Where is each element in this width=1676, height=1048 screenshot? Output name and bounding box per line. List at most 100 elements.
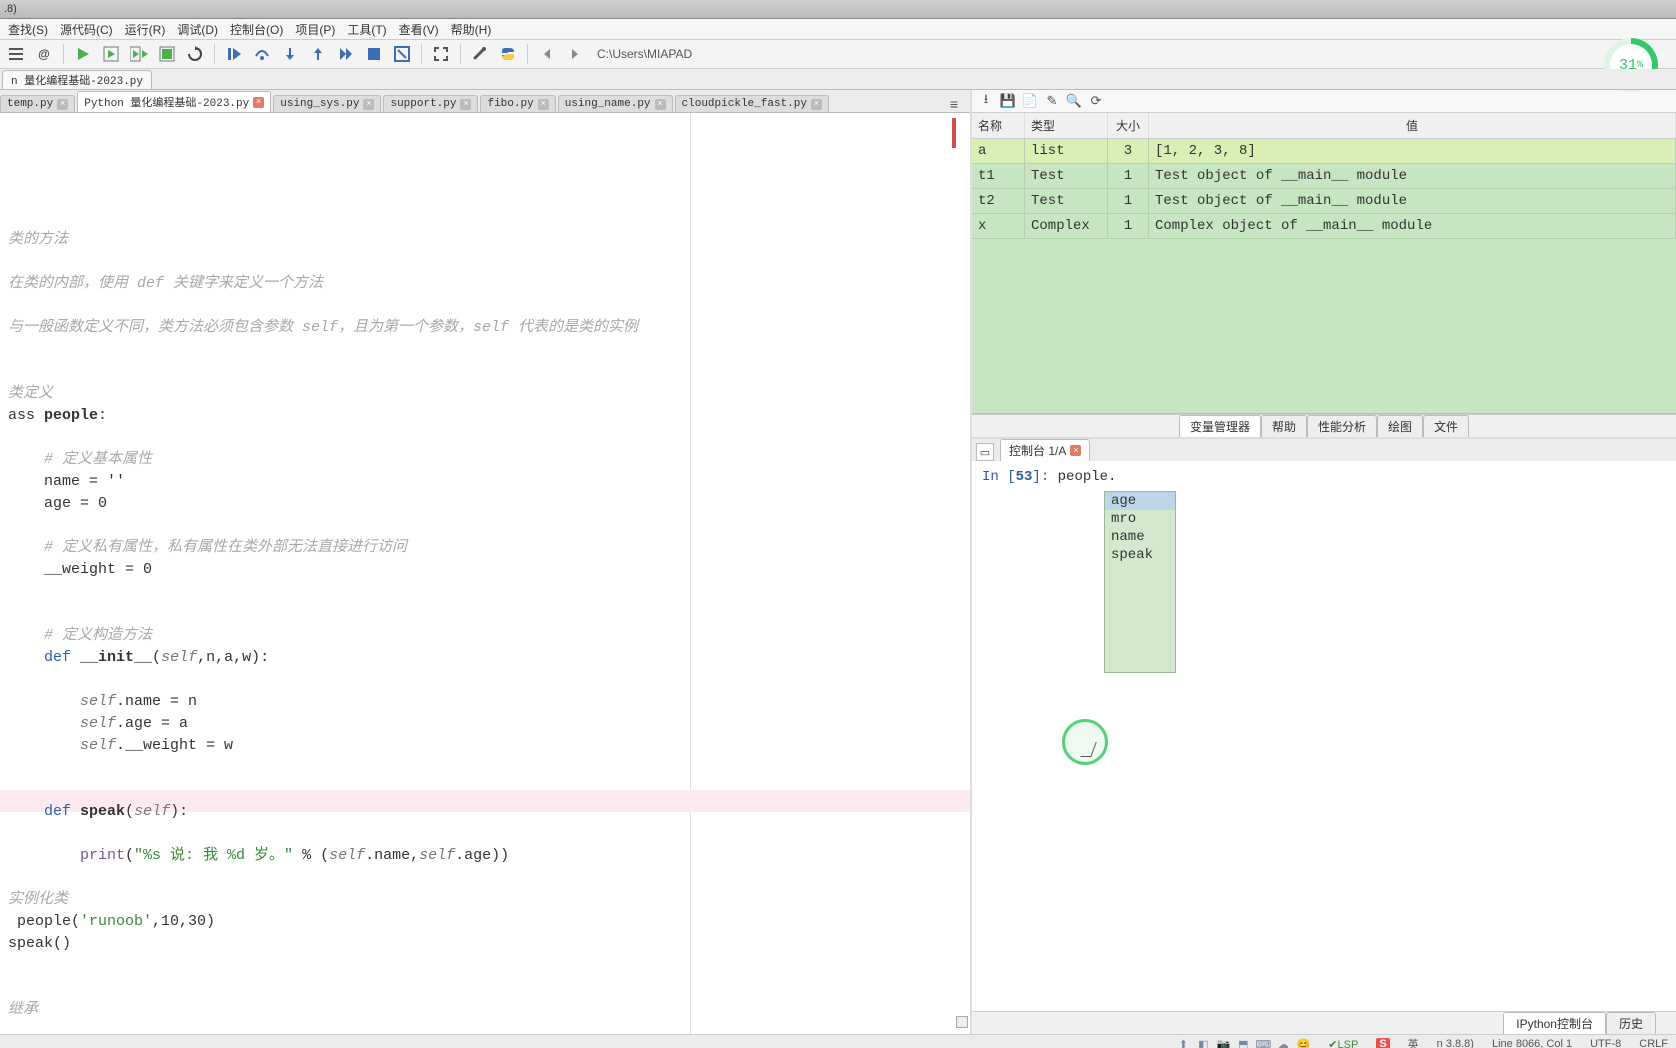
console-input-text: people. xyxy=(1058,469,1117,485)
menu-project[interactable]: 项目(P) xyxy=(289,21,341,38)
col-header-size[interactable]: 大小 xyxy=(1108,113,1149,138)
continue-icon[interactable] xyxy=(334,42,358,66)
tab-overflow-icon[interactable]: ≡ xyxy=(944,96,964,112)
save-icon[interactable]: 💾 xyxy=(1000,93,1016,109)
variable-explorer-toolbar: ⭳ 💾 📄 ✎ 🔍 ⟳ xyxy=(972,90,1676,113)
console-tab[interactable]: 控制台 1/A × xyxy=(1000,439,1090,461)
title-text: .8) xyxy=(4,3,17,15)
tab-cloudpickle[interactable]: cloudpickle_fast.py× xyxy=(675,95,829,112)
run-icon[interactable] xyxy=(71,42,95,66)
step-over-icon[interactable] xyxy=(250,42,274,66)
rerun-icon[interactable] xyxy=(183,42,207,66)
at-icon[interactable]: @ xyxy=(32,42,56,66)
nav-forward-icon[interactable] xyxy=(563,42,587,66)
tab-history[interactable]: 历史 xyxy=(1606,1012,1656,1034)
close-icon[interactable]: × xyxy=(363,99,374,110)
outline-icon[interactable] xyxy=(4,42,28,66)
debug-exit-icon[interactable] xyxy=(390,42,414,66)
save-as-icon[interactable]: 📄 xyxy=(1022,93,1038,109)
code-editor[interactable]: 类的方法 在类的内部，使用 def 关键字来定义一个方法 与一般函数定义不同，类… xyxy=(0,113,970,1034)
tab-files[interactable]: 文件 xyxy=(1423,415,1469,437)
editor-pane: temp.py× Python 量化编程基础-2023.py× using_sy… xyxy=(0,90,972,1034)
tab-ipython-console[interactable]: IPython控制台 xyxy=(1503,1012,1606,1034)
tray-icon[interactable]: ⬆ xyxy=(1176,1037,1190,1048)
close-icon[interactable]: × xyxy=(460,99,471,110)
maximize-icon[interactable] xyxy=(429,42,453,66)
run-cell-advance-icon[interactable] xyxy=(127,42,151,66)
refresh-icon[interactable]: ⟳ xyxy=(1088,93,1104,109)
collapse-marker xyxy=(952,118,956,148)
console-body[interactable]: In [53]: people. age mro name speak xyxy=(972,461,1676,1011)
menu-run[interactable]: 运行(R) xyxy=(119,21,172,38)
run-selection-icon[interactable] xyxy=(155,42,179,66)
menu-source[interactable]: 源代码(C) xyxy=(54,21,119,38)
menu-help[interactable]: 帮助(H) xyxy=(445,21,498,38)
menu-search[interactable]: 查找(S) xyxy=(2,21,54,38)
status-encoding: UTF-8 xyxy=(1590,1038,1621,1048)
tab-using-name[interactable]: using_name.py× xyxy=(558,95,673,112)
tab-plots[interactable]: 绘图 xyxy=(1377,415,1423,437)
tab-variable-explorer[interactable]: 变量管理器 xyxy=(1179,415,1261,437)
working-dir-path: C:\Users\MIAPAD xyxy=(597,47,692,61)
nav-back-icon[interactable] xyxy=(535,42,559,66)
table-row[interactable]: x Complex 1 Complex object of __main__ m… xyxy=(972,214,1676,239)
tab-profiler[interactable]: 性能分析 xyxy=(1307,415,1377,437)
menu-console[interactable]: 控制台(O) xyxy=(224,21,289,38)
tab-fibo[interactable]: fibo.py× xyxy=(480,95,555,112)
import-icon[interactable]: ⭳ xyxy=(978,93,994,109)
tab-support[interactable]: support.py× xyxy=(383,95,478,112)
table-row[interactable]: t2 Test 1 Test object of __main__ module xyxy=(972,189,1676,214)
close-icon[interactable]: × xyxy=(811,99,822,110)
tab-main[interactable]: Python 量化编程基础-2023.py× xyxy=(77,91,271,112)
step-out-icon[interactable] xyxy=(306,42,330,66)
cursor-highlight-icon xyxy=(1062,719,1108,765)
autocomplete-option[interactable]: name xyxy=(1105,528,1175,546)
new-console-icon[interactable]: ▭ xyxy=(976,443,994,461)
debug-step-icon[interactable] xyxy=(222,42,246,66)
python-path-icon[interactable] xyxy=(496,42,520,66)
col-header-value[interactable]: 值 xyxy=(1149,113,1676,138)
close-icon[interactable]: × xyxy=(1070,445,1081,456)
menu-debug[interactable]: 调试(D) xyxy=(171,21,224,38)
close-icon[interactable]: × xyxy=(253,97,264,108)
menu-tools[interactable]: 工具(T) xyxy=(341,21,392,38)
right-pane: ⭳ 💾 📄 ✎ 🔍 ⟳ 名称 类型 大小 值 a list 3 [1, 2, 3… xyxy=(972,90,1676,1034)
stop-icon[interactable] xyxy=(362,42,386,66)
col-header-name[interactable]: 名称 xyxy=(972,113,1025,138)
close-icon[interactable]: × xyxy=(538,99,549,110)
ime-indicator[interactable]: S xyxy=(1376,1038,1389,1048)
search-icon[interactable]: 🔍 xyxy=(1066,93,1082,109)
tray-icon[interactable]: ⬒ xyxy=(1236,1037,1250,1048)
window-title: .8) xyxy=(0,0,1676,19)
table-row[interactable]: t1 Test 1 Test object of __main__ module xyxy=(972,164,1676,189)
tab-temp[interactable]: temp.py× xyxy=(0,95,75,112)
breadcrumb[interactable]: n 量化编程基础-2023.py xyxy=(2,70,152,89)
tray-icon[interactable]: 📷 xyxy=(1216,1037,1230,1048)
preferences-icon[interactable] xyxy=(468,42,492,66)
autocomplete-option[interactable]: mro xyxy=(1105,510,1175,528)
variable-explorer[interactable]: 名称 类型 大小 值 a list 3 [1, 2, 3, 8] t1 Test… xyxy=(972,113,1676,414)
tab-help[interactable]: 帮助 xyxy=(1261,415,1307,437)
col-header-type[interactable]: 类型 xyxy=(1025,113,1108,138)
autocomplete-popup[interactable]: age mro name speak xyxy=(1104,491,1176,673)
ime-lang[interactable]: 英 xyxy=(1408,1036,1419,1048)
autocomplete-option[interactable]: age xyxy=(1105,492,1175,510)
tray-icon[interactable]: ⌨ xyxy=(1256,1037,1270,1048)
right-bottom-tabs: IPython控制台 历史 xyxy=(972,1011,1676,1034)
right-top-tabs: 变量管理器 帮助 性能分析 绘图 文件 xyxy=(972,414,1676,437)
tab-using-sys[interactable]: using_sys.py× xyxy=(273,95,381,112)
tray-icon[interactable]: ☁ xyxy=(1276,1037,1290,1048)
tray-icon[interactable]: ◧ xyxy=(1196,1037,1210,1048)
ve-header-row: 名称 类型 大小 值 xyxy=(972,113,1676,139)
close-icon[interactable]: × xyxy=(57,99,68,110)
step-into-icon[interactable] xyxy=(278,42,302,66)
menu-view[interactable]: 查看(V) xyxy=(393,21,445,38)
tray-icon[interactable]: 😊 xyxy=(1296,1037,1310,1048)
table-row[interactable]: a list 3 [1, 2, 3, 8] xyxy=(972,139,1676,164)
console-tabs: ▭ 控制台 1/A × xyxy=(972,439,1676,461)
status-bar: ⬆ ◧ 📷 ⬒ ⌨ ☁ 😊 ✔LSP S 英 n 3.8.8) Line 806… xyxy=(0,1034,1676,1048)
close-icon[interactable]: × xyxy=(655,99,666,110)
edit-icon[interactable]: ✎ xyxy=(1044,93,1060,109)
run-cell-icon[interactable] xyxy=(99,42,123,66)
autocomplete-option[interactable]: speak xyxy=(1105,546,1175,564)
